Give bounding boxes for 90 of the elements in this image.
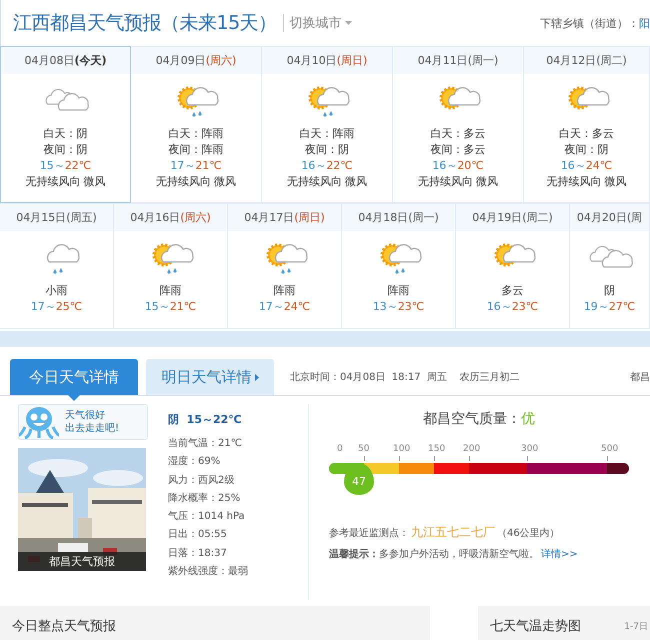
temperature-range: 19～27℃	[584, 299, 636, 315]
tip-text: 温馨提示：多参加户外活动，呼吸清新空气啦。	[329, 548, 539, 561]
forecast-card[interactable]: 04月19日(周二) 多云 16～23℃	[456, 203, 570, 329]
region-link[interactable]: 都昌	[630, 370, 650, 384]
section-title: 今日整点天气预报	[12, 618, 116, 635]
town-link[interactable]: 阳	[639, 16, 650, 30]
forecast-card[interactable]: 04月08日(今天) 白天：阴 夜间：阴 15～22℃ 无持续风向 微风	[0, 46, 131, 203]
forecast-card[interactable]: 04月11日(周一) 白天：多云 夜间：多云 16～20℃ 无持续风向 微风	[393, 46, 524, 203]
temperature-range: 17～24℃	[258, 299, 310, 315]
weather-condition: 阵雨	[160, 283, 182, 299]
forecast-card[interactable]: 04月10日(周日) 白天：阵雨 夜间：阴 16～22℃ 无持续风向 微风	[262, 46, 393, 203]
night-weather: 夜间：多云	[430, 142, 486, 158]
forecast-date: 04月08日(今天)	[1, 47, 130, 74]
weather-detail: 紫外线强度：最弱	[168, 564, 249, 580]
forecast-date: 04月19日(周二)	[456, 204, 569, 231]
wind: 无持续风向 微风	[546, 174, 627, 190]
weather-condition: 阵雨	[274, 283, 296, 299]
weather-detail: 日出：05:55	[168, 528, 228, 542]
forecast-date: 04月20日(周	[570, 204, 649, 231]
today-summary: 阴 15～22℃	[168, 412, 243, 427]
temperature-range: 13～23℃	[372, 299, 424, 315]
scale-tick-label: 0	[337, 444, 343, 456]
photo-caption: 都昌天气预报	[18, 552, 146, 571]
mascot-text: 天气很好	[65, 409, 106, 422]
day-weather: 白天：多云	[430, 126, 486, 142]
detail-tab[interactable]: 明日天气详情	[146, 359, 274, 395]
day-weather: 白天：阴	[44, 126, 88, 142]
forecast-card[interactable]: 04月15日(周五) 小雨 17～25℃	[0, 203, 114, 329]
temperature-range: 17～25℃	[30, 299, 82, 315]
temperature-range: 16～24℃	[560, 158, 612, 174]
forecast-date: 04月11日(周一)	[393, 47, 523, 74]
scale-tick-label: 150	[428, 444, 446, 456]
forecast-date: 04月10日(周日)	[262, 47, 392, 74]
weather-condition: 多云	[502, 283, 524, 299]
air-quality-title: 都昌空气质量：优	[422, 410, 536, 428]
forecast-date: 04月15日(周五)	[0, 204, 113, 231]
beijing-time: 北京时间：04月08日 18:17 周五 农历三月初二	[290, 370, 520, 384]
details-link[interactable]: 详情>>	[541, 547, 578, 561]
scale-tick-label: 100	[393, 444, 410, 456]
forecast-card[interactable]: 04月18日(周一) 阵雨 13～23℃	[342, 203, 456, 329]
forecast-date: 04月17日(周日)	[228, 204, 341, 231]
forecast-card[interactable]: 04月17日(周日) 阵雨 17～24℃	[228, 203, 342, 329]
temperature-range: 16～20℃	[432, 158, 484, 174]
page-title: 江西都昌天气预报（未来15天）	[13, 11, 277, 36]
night-weather: 夜间：阴	[305, 142, 349, 158]
station-distance: （46公里内）	[497, 526, 560, 540]
forecast-card[interactable]: 04月09日(周六) 白天：阵雨 夜间：阵雨 17～21℃ 无持续风向 微风	[131, 46, 262, 203]
forecast-date: 04月18日(周一)	[342, 204, 455, 231]
day-weather: 白天：阵雨	[300, 126, 354, 142]
scale-tick-label: 300	[521, 444, 538, 456]
day-weather: 白天：阵雨	[168, 126, 224, 142]
mascot-text: 出去走走吧!	[65, 422, 120, 435]
forecast-date: 04月09日(周六)	[131, 47, 261, 74]
forecast-card[interactable]: 04月20日(周 阴 19～27℃	[570, 203, 650, 329]
scale-tick-label: 500	[601, 444, 618, 456]
station-label: 参考最近监测点：	[329, 526, 409, 540]
section-title: 七天气温走势图	[490, 618, 581, 635]
night-weather: 夜间：阴	[564, 142, 608, 158]
weather-detail: 气压：1014 hPa	[168, 510, 246, 524]
weather-condition: 阴	[604, 283, 615, 299]
arrow-right-icon	[254, 374, 258, 380]
scale-tick-label: 200	[463, 444, 480, 456]
wind: 无持续风向 微风	[156, 174, 236, 190]
towns-label: 下辖乡镇（街道）：	[540, 16, 639, 30]
night-weather: 夜间：阴	[44, 142, 88, 158]
wind: 无持续风向 微风	[418, 174, 498, 190]
weather-detail: 湿度：69%	[168, 454, 222, 470]
wind: 无持续风向 微风	[286, 174, 368, 190]
temperature-range: 16～22℃	[301, 158, 353, 174]
weather-condition: 阵雨	[388, 283, 410, 299]
temperature-range: 17～21℃	[170, 158, 222, 174]
scale-tick-label: 50	[358, 444, 370, 456]
weather-detail: 风力：西风2级	[168, 474, 236, 488]
weather-detail: 日落：18:37	[168, 546, 228, 561]
temperature-range: 15～22℃	[40, 158, 92, 174]
night-weather: 夜间：阵雨	[168, 142, 224, 158]
range-label: 1-7日	[624, 620, 649, 632]
forecast-card[interactable]: 04月16日(周六) 阵雨 15～21℃	[114, 203, 228, 329]
weather-detail: 当前气温：21℃	[168, 436, 243, 451]
temperature-range: 15～21℃	[144, 299, 196, 315]
weather-condition: 小雨	[46, 283, 68, 299]
wind: 无持续风向 微风	[25, 174, 106, 190]
caret-icon	[344, 21, 352, 25]
switch-city-dropdown[interactable]: 切换城市	[282, 14, 352, 32]
temperature-range: 16～23℃	[486, 299, 538, 315]
weather-detail: 降水概率：25%	[168, 492, 242, 506]
day-weather: 白天：多云	[559, 126, 614, 142]
forecast-date: 04月16日(周六)	[114, 204, 227, 231]
forecast-date: 04月12日(周二)	[524, 47, 649, 74]
forecast-card[interactable]: 04月12日(周二) 白天：多云 夜间：阴 16～24℃ 无持续风向 微风	[524, 46, 650, 203]
